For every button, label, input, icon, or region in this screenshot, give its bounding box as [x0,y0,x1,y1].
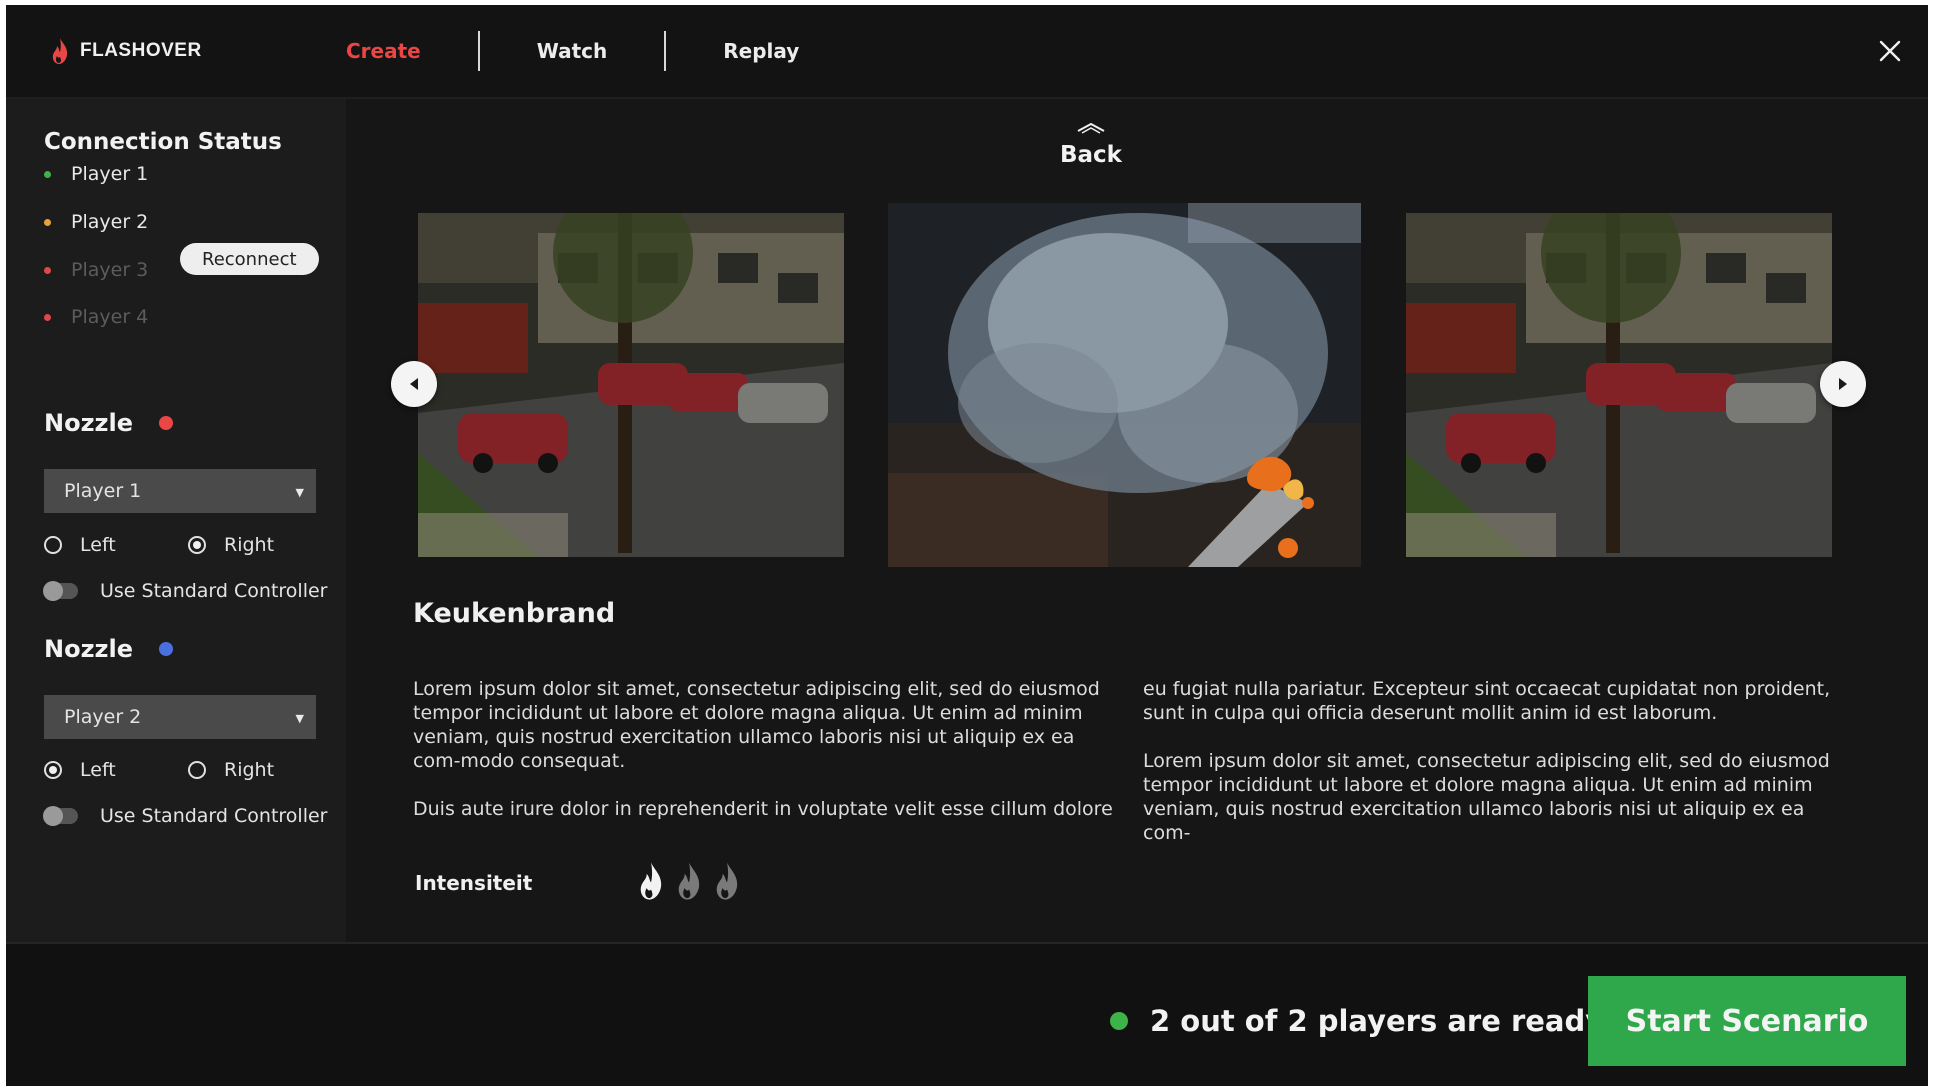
caret-down-icon: ▼ [295,486,304,499]
sidebar: Connection Status Player 1 Player 2 Reco… [6,99,346,942]
nozzle-1-standard-controller: Use Standard Controller [43,580,328,602]
nozzle-2-title: Nozzle [44,635,174,663]
app-name: FLASHOVER [80,40,202,61]
left-label: Left [80,759,116,781]
app-window: FLASHOVER Create Watch Replay Connection… [6,5,1928,1086]
footer-bar: 2 out of 2 players are ready Start Scena… [6,942,1928,1086]
player-status-4: Player 4 [44,302,148,332]
nozzle-2-standard-controller-toggle[interactable] [43,806,78,826]
main-panel: Back Keukenbrand Lorem ipsum dolor sit a… [346,99,1928,942]
description-paragraph: Lorem ipsum dolor sit amet, consectetur … [413,678,1100,772]
nozzle-color-indicator [159,416,174,430]
ready-text: 2 out of 2 players are ready [1150,1004,1605,1038]
player-label: Player 1 [71,163,149,185]
flame-icon-inactive [716,862,738,900]
selected-player: Player 2 [64,706,142,728]
flame-logo-icon [52,38,68,64]
player-label: Player 4 [71,306,149,328]
selected-player: Player 1 [64,480,142,502]
intensity-rating [634,861,744,901]
nozzle-title-text: Nozzle [44,635,134,663]
nozzle-2-standard-controller: Use Standard Controller [43,805,328,827]
left-label: Left [80,534,116,556]
ready-indicator-dot [1110,1012,1128,1030]
tab-replay[interactable]: Replay [666,39,856,63]
nozzle-color-indicator [159,642,174,656]
nozzle-1-standard-controller-toggle[interactable] [43,581,78,601]
status-dot [44,313,51,321]
scenario-thumbnail-current[interactable] [888,203,1361,567]
player-status-1: Player 1 [44,159,148,189]
player-status-2: Player 2 [44,207,148,237]
reconnect-button[interactable]: Reconnect [180,243,319,275]
carousel-next-button[interactable] [1820,361,1866,407]
toggle-label: Use Standard Controller [100,580,328,602]
scenario-title: Keukenbrand [413,598,616,629]
ready-status: 2 out of 2 players are ready [1110,1004,1604,1038]
back-label: Back [1060,142,1122,168]
nozzle-1-player-select[interactable]: Player 1 ▼ [44,469,316,513]
right-label: Right [224,759,275,781]
right-label: Right [224,534,275,556]
nozzle-2-left-radio[interactable] [44,761,62,779]
intensity-label: Intensiteit [415,871,533,895]
flame-icon-inactive [678,862,700,900]
nozzle-1-side: Left Right [44,534,274,556]
tab-create[interactable]: Create [306,39,478,63]
nozzle-title-text: Nozzle [44,409,134,437]
flame-icon-active [640,862,662,900]
nozzle-2-side: Left Right [44,759,274,781]
description-paragraph: Duis aute irure dolor in reprehenderit i… [413,798,1113,820]
arrow-right-icon [1839,378,1847,390]
player-label: Player 3 [71,259,149,281]
start-scenario-button[interactable]: Start Scenario [1588,976,1906,1066]
status-dot [44,170,51,178]
top-bar: FLASHOVER Create Watch Replay [6,5,1928,99]
scenario-description-col2: eu fugiat nulla pariatur. Excepteur sint… [1143,677,1843,869]
arrow-left-icon [410,378,418,390]
back-button[interactable]: Back [1046,121,1136,168]
scenario-thumbnail-next[interactable] [1406,213,1832,557]
main-nav: Create Watch Replay [306,5,856,97]
nozzle-2-player-select[interactable]: Player 2 ▼ [44,695,316,739]
close-icon[interactable] [1872,33,1908,69]
toggle-label: Use Standard Controller [100,805,328,827]
status-dot [44,218,51,226]
player-label: Player 2 [71,211,149,233]
nozzle-1-title: Nozzle [44,409,174,437]
scenario-thumbnail-previous[interactable] [418,213,844,557]
description-paragraph: eu fugiat nulla pariatur. Excepteur sint… [1143,678,1831,724]
carousel-prev-button[interactable] [391,361,437,407]
caret-down-icon: ▼ [295,712,304,725]
player-status-3: Player 3 [44,255,148,285]
description-paragraph: Lorem ipsum dolor sit amet, consectetur … [1143,750,1830,844]
status-dot [44,266,51,274]
nozzle-1-left-radio[interactable] [44,536,62,554]
brand: FLASHOVER [50,37,202,65]
connection-status-title: Connection Status [44,129,282,155]
nozzle-1-right-radio[interactable] [188,536,206,554]
chevron-up-icon [1077,122,1105,134]
tab-watch[interactable]: Watch [480,39,665,63]
nozzle-2-right-radio[interactable] [188,761,206,779]
scenario-description-col1: Lorem ipsum dolor sit amet, consectetur … [413,677,1113,845]
